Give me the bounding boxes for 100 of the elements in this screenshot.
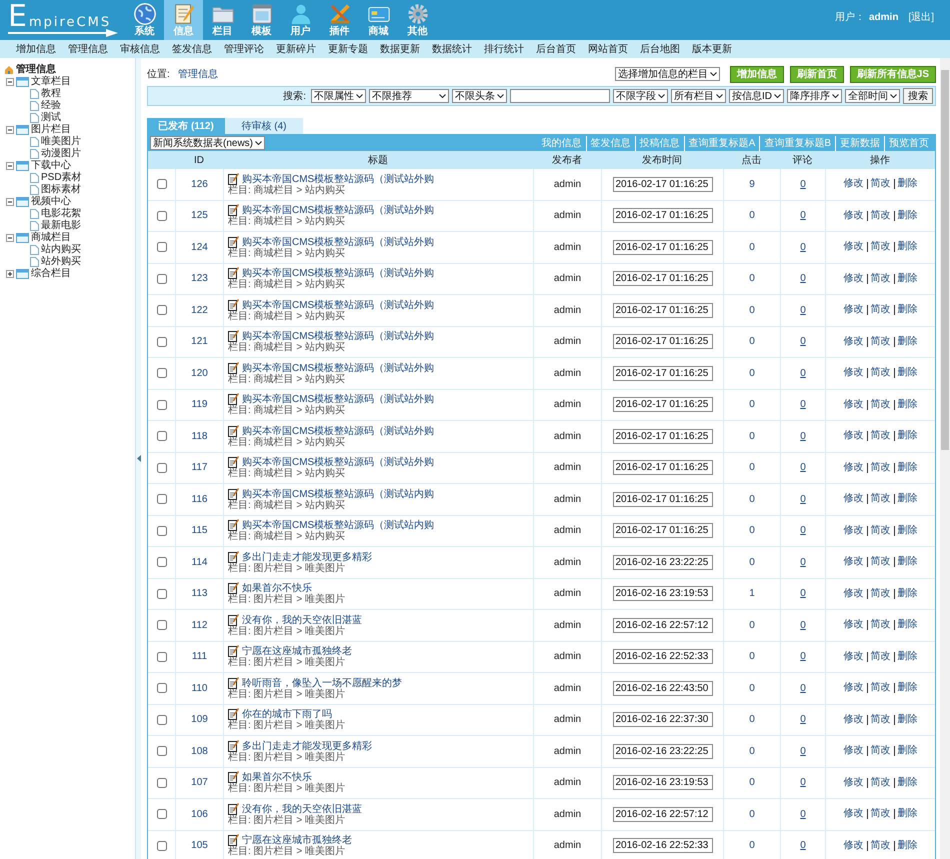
dropdown[interactable]: 所有栏目 [671,89,726,103]
row-checkbox[interactable] [156,620,166,630]
title-link[interactable]: 没有你，我的天空依旧湛蓝 [242,614,362,626]
action-link[interactable]: 删除 [894,336,920,347]
time-field[interactable]: 2016-02-17 01:16:25 [612,334,712,350]
title-link[interactable]: 购买本帝国CMS模板整站源码（测试站外购 [242,331,434,342]
action-link[interactable]: 删除 [894,809,920,820]
action-link[interactable]: 简改 [866,620,894,630]
action-link[interactable]: 删除 [894,526,920,536]
title-link[interactable]: 购买本帝国CMS模板整站源码（测试站外购 [242,236,434,248]
title-link[interactable]: 你在的城市下雨了吗 [242,709,332,720]
menu-link[interactable]: 审核信息 [114,42,166,56]
row-checkbox[interactable] [156,526,166,536]
action-link[interactable]: 修改 [840,526,866,536]
action-link[interactable]: 简改 [866,557,894,568]
menu-link[interactable]: 后台首页 [530,42,582,56]
tree-item[interactable]: 视频中心 [31,196,71,208]
comments-link[interactable]: 0 [800,492,806,507]
time-field[interactable]: 2016-02-17 01:16:25 [612,176,712,192]
row-checkbox[interactable] [156,179,166,190]
expand-toggle[interactable] [6,78,14,86]
time-field[interactable]: 2016-02-17 01:16:25 [612,492,712,507]
time-field[interactable]: 2016-02-16 22:43:50 [612,680,712,696]
dropdown[interactable]: 不限属性 [311,89,366,103]
menu-link[interactable]: 签发信息 [166,42,218,56]
action-link[interactable]: 修改 [840,778,866,788]
search-button[interactable]: 搜索 [903,88,933,104]
time-field[interactable]: 2016-02-17 01:16:25 [612,208,712,224]
tree-item[interactable]: 教程 [41,88,61,100]
comments-link[interactable]: 0 [800,240,806,255]
comments-link[interactable]: 0 [800,618,806,633]
comments-link[interactable]: 0 [800,649,806,664]
comments-link[interactable]: 0 [800,586,806,602]
comments-link[interactable]: 0 [800,806,806,822]
action-link[interactable]: 简改 [866,778,894,788]
scrollbar[interactable] [940,58,950,859]
menu-link[interactable]: 增加信息 [10,42,62,56]
action-link[interactable]: 删除 [894,494,920,504]
action-link[interactable]: 修改 [840,462,866,473]
comments-link[interactable]: 0 [800,428,806,444]
title-link[interactable]: 如果首尔不快乐 [242,583,312,594]
row-checkbox[interactable] [156,336,166,347]
title-link[interactable]: 购买本帝国CMS模板整站源码（测试站外购 [242,174,434,185]
row-checkbox[interactable] [156,368,166,378]
action-link[interactable]: 删除 [894,305,920,316]
tree-item[interactable]: 文章栏目 [31,76,71,88]
time-field[interactable]: 2016-02-16 22:52:33 [612,838,712,854]
time-field[interactable]: 2016-02-16 22:52:33 [612,649,712,664]
title-link[interactable]: 宁愿在这座城市孤独终老 [242,646,352,658]
menu-link[interactable]: 网站首页 [582,42,634,56]
comments-link[interactable]: 0 [800,744,806,759]
row-checkbox[interactable] [156,714,166,725]
dropdown[interactable]: 降序排序 [787,89,842,103]
title-link[interactable]: 购买本帝国CMS模板整站源码（测试站外购 [242,268,434,280]
row-checkbox[interactable] [156,462,166,473]
row-checkbox[interactable] [156,652,166,662]
action-link[interactable]: 简改 [866,242,894,252]
tree-item[interactable]: 最新电影 [41,220,81,232]
row-checkbox[interactable] [156,400,166,410]
action-link[interactable]: 简改 [866,714,894,725]
title-link[interactable]: 购买本帝国CMS模板整站源码（测试站外购 [242,205,434,216]
dropdown[interactable]: 不限字段 [613,89,668,103]
tree-item[interactable]: 测试 [41,112,61,124]
time-field[interactable]: 2016-02-16 22:57:12 [612,806,712,822]
action-link[interactable]: 修改 [840,652,866,662]
action-link[interactable]: 简改 [866,840,894,851]
time-field[interactable]: 2016-02-17 01:16:25 [612,271,712,286]
action-link[interactable]: 修改 [840,840,866,851]
action-link[interactable]: 修改 [840,305,866,316]
row-checkbox[interactable] [156,242,166,252]
title-link[interactable]: 聆听雨音，像坠入一场不愿醒来的梦 [242,678,402,689]
action-link[interactable]: 删除 [894,588,920,599]
action-link[interactable]: 简改 [866,179,894,190]
title-link[interactable]: 多出门走走才能发现更多精彩 [242,552,372,563]
time-field[interactable]: 2016-02-17 01:16:25 [612,397,712,412]
action-link[interactable]: 简改 [866,494,894,504]
action-link[interactable]: 删除 [894,557,920,568]
action-link[interactable]: 简改 [866,588,894,599]
action-link[interactable]: 简改 [866,746,894,756]
tree-item[interactable]: 商城栏目 [31,232,71,244]
action-link[interactable]: 删除 [894,179,920,190]
tree-root[interactable]: 管理信息 [16,64,56,76]
expand-toggle[interactable] [6,270,14,278]
action-link[interactable]: 简改 [866,400,894,410]
row-checkbox[interactable] [156,588,166,599]
comments-link[interactable]: 0 [800,208,806,224]
action-link[interactable]: 修改 [840,179,866,190]
title-link[interactable]: 购买本帝国CMS模板整站源码（测试站外购 [242,394,434,406]
tree-item[interactable]: 下载中心 [31,160,71,172]
title-link[interactable]: 购买本帝国CMS模板整站源码（测试站外购 [242,457,434,468]
time-field[interactable]: 2016-02-16 23:19:53 [612,586,712,602]
comments-link[interactable]: 0 [800,775,806,790]
title-link[interactable]: 如果首尔不快乐 [242,772,312,784]
action-link[interactable]: 修改 [840,746,866,756]
action-link[interactable]: 删除 [894,652,920,662]
comments-link[interactable]: 0 [800,460,806,476]
time-field[interactable]: 2016-02-16 22:37:30 [612,712,712,728]
time-field[interactable]: 2016-02-16 23:19:53 [612,775,712,790]
time-field[interactable]: 2016-02-17 01:16:25 [612,240,712,255]
action-link[interactable]: 简改 [866,431,894,442]
